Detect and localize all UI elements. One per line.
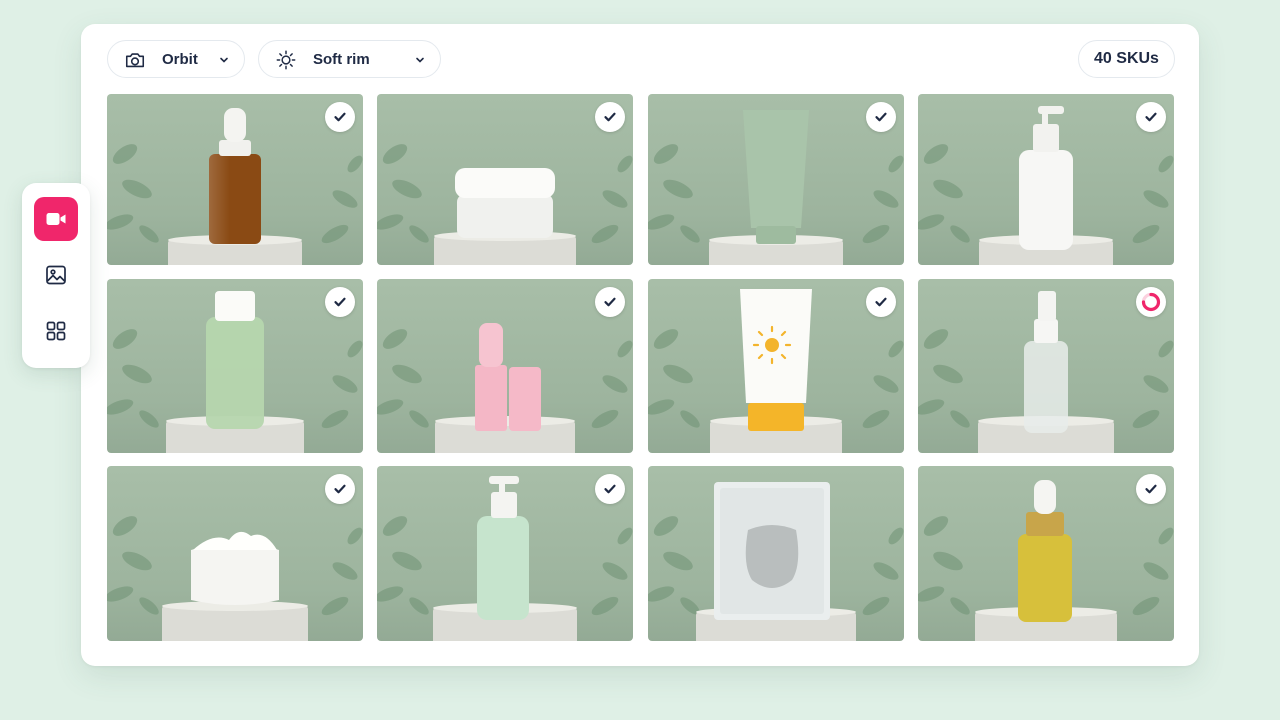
asset-panel: Orbit Soft rim 40 SKUs [81,24,1199,666]
product-tile[interactable] [918,94,1174,265]
camera-mode-dropdown[interactable]: Orbit [107,40,245,78]
checkmark-icon [604,297,616,307]
product-tile[interactable] [648,466,904,641]
camera-mode-label: Orbit [162,51,198,68]
product-tile[interactable] [648,279,904,453]
checkmark-icon [1145,484,1157,494]
checkmark-icon [334,297,346,307]
product-tile[interactable] [107,94,363,265]
status-badge-complete [325,474,355,504]
checkmark-icon [875,112,887,122]
side-rail [22,183,90,368]
toolbar: Orbit Soft rim 40 SKUs [107,40,1175,78]
status-badge-processing [1136,287,1166,317]
status-badge-complete [1136,474,1166,504]
sku-count-text: 40 SKUs [1094,50,1159,67]
checkmark-icon [604,112,616,122]
status-badge-complete [595,102,625,132]
sun-icon [276,50,296,70]
product-tile[interactable] [377,279,633,453]
chevron-down-icon [416,57,424,63]
image-icon [46,265,66,285]
camera-icon [125,53,145,68]
product-tile[interactable] [648,94,904,265]
product-tile[interactable] [107,466,363,641]
product-tile[interactable] [918,466,1174,641]
product-tile[interactable] [377,466,633,641]
status-badge-complete [325,287,355,317]
status-badge-complete [866,287,896,317]
lighting-dropdown[interactable]: Soft rim [258,40,441,78]
lighting-label: Soft rim [313,51,370,68]
checkmark-icon [334,484,346,494]
image-mode-button[interactable] [34,253,78,297]
product-photo [648,482,904,641]
video-camera-icon [46,213,66,225]
video-mode-button[interactable] [34,197,78,241]
status-badge-complete [595,474,625,504]
status-badge-complete [595,287,625,317]
grid-icon [46,321,66,341]
checkmark-icon [604,484,616,494]
checkmark-icon [334,112,346,122]
loading-spinner-icon [1141,292,1161,312]
grid-view-button[interactable] [34,309,78,353]
status-badge-complete [325,102,355,132]
checkmark-icon [1145,112,1157,122]
sku-count-badge: 40 SKUs [1078,40,1175,78]
product-tile[interactable] [107,279,363,453]
chevron-down-icon [220,57,228,63]
product-tile[interactable] [377,94,633,265]
checkmark-icon [875,297,887,307]
status-badge-complete [866,102,896,132]
product-tile[interactable] [918,279,1174,453]
status-badge-complete [1136,102,1166,132]
